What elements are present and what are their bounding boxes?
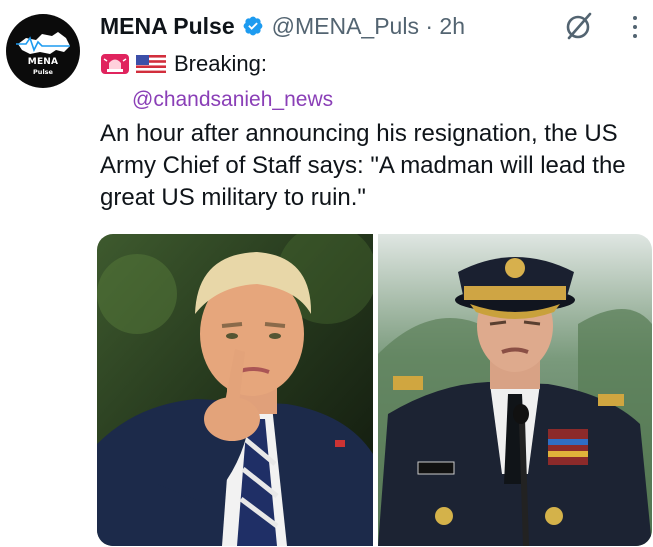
photo-left[interactable] (97, 234, 373, 546)
photo-right[interactable] (378, 234, 652, 546)
avatar-label-mena: MENA (27, 57, 59, 67)
breaking-label: Breaking: (174, 51, 267, 76)
timestamp[interactable]: 2h (439, 13, 465, 39)
avatar-label-pulse: Pulse (33, 68, 53, 76)
siren-emoji-icon (101, 54, 129, 74)
display-name[interactable]: MENA Pulse (100, 13, 235, 40)
avatar[interactable]: MENA Pulse (6, 14, 80, 88)
more-options-icon[interactable] (630, 14, 640, 40)
handle[interactable]: @MENA_Puls · 2h (272, 13, 465, 40)
verified-badge-icon[interactable] (242, 15, 264, 37)
mena-map-logo (16, 32, 70, 54)
mention-link[interactable]: @chandsanieh_news (132, 88, 333, 112)
us-flag-emoji-icon (136, 55, 166, 73)
photo-army-officer (378, 234, 652, 546)
photo-man-pointing (97, 234, 373, 546)
tweet-header: MENA Pulse @MENA_Puls · 2h (100, 8, 465, 44)
grok-icon[interactable] (563, 10, 595, 42)
handle-text: @MENA_Puls (271, 12, 419, 39)
tweet-body: An hour after announcing his resignation… (100, 120, 626, 211)
breaking-line: Breaking: (100, 48, 267, 80)
separator: · (425, 12, 434, 39)
